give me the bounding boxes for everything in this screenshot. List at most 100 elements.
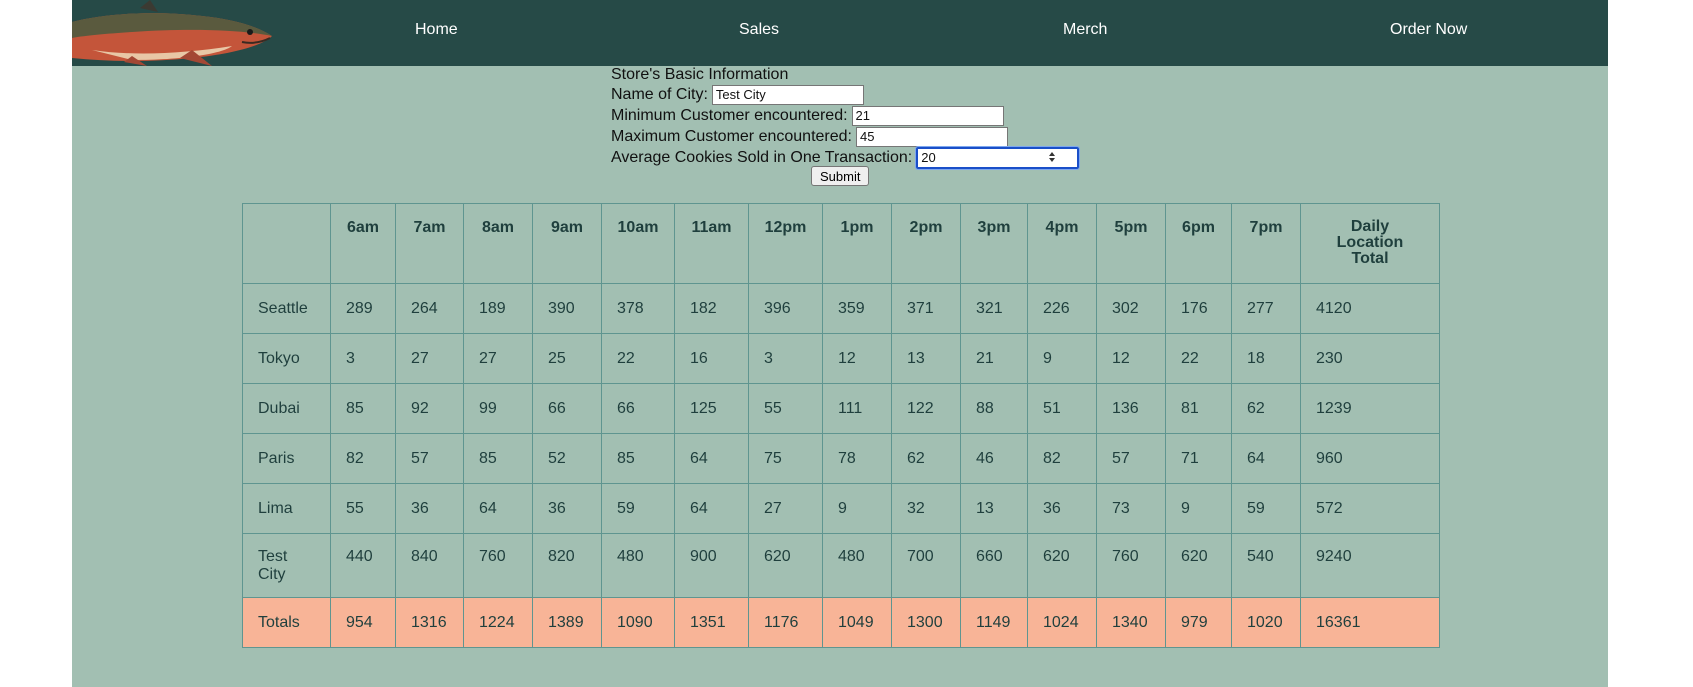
totals-cell: 1176 xyxy=(748,597,823,648)
table-cell: 396 xyxy=(748,283,823,334)
row-city-cell: Seattle xyxy=(242,283,331,334)
table-cell: 25 xyxy=(532,333,602,384)
table-cell: 12 xyxy=(1096,333,1166,384)
table-cell: 189 xyxy=(463,283,533,334)
store-form: Store's Basic Information Name of City: … xyxy=(611,65,1081,170)
table-cell: 359 xyxy=(822,283,892,334)
max-customer-input[interactable] xyxy=(855,126,1008,147)
totals-cell: 979 xyxy=(1165,597,1232,648)
city-row: Name of City: xyxy=(611,84,1079,105)
table-cell: 302 xyxy=(1096,283,1166,334)
table-cell: 125 xyxy=(674,383,749,434)
table-cell: 9 xyxy=(822,483,892,534)
table-cell: 176 xyxy=(1165,283,1232,334)
submit-button[interactable]: Submit xyxy=(811,166,870,186)
table-cell: 3 xyxy=(748,333,823,384)
table-body: Seattle 289 264 189 390 378 182 396 359 371 321 226… xyxy=(242,283,1440,648)
table-row: Seattle 289 264 189 390 378 182 396 359 371 321 226… xyxy=(242,283,1440,334)
table-cell: 88 xyxy=(960,383,1028,434)
table-cell: 36 xyxy=(395,483,464,534)
form-heading: Store's Basic Information xyxy=(611,66,789,83)
totals-cell: 1340 xyxy=(1096,597,1166,648)
table-cell: 81 xyxy=(1165,383,1232,434)
table-cell: 82 xyxy=(330,433,396,484)
table-cell: 62 xyxy=(1231,383,1301,434)
table-cell: 390 xyxy=(532,283,602,334)
table-cell: 66 xyxy=(532,383,602,434)
table-cell: 572 xyxy=(1300,483,1440,534)
table-cell: 16 xyxy=(674,333,749,384)
table-cell: 289 xyxy=(330,283,396,334)
table-cell: 64 xyxy=(463,483,533,534)
row-city-cell: Test City xyxy=(242,533,331,598)
table-cell: 182 xyxy=(674,283,749,334)
table-cell: 321 xyxy=(960,283,1028,334)
table-cell: 4120 xyxy=(1300,283,1440,334)
header-cell: 12pm xyxy=(748,203,823,284)
table-cell: 620 xyxy=(748,533,823,598)
table-cell: 1239 xyxy=(1300,383,1440,434)
min-customer-input[interactable] xyxy=(851,105,1004,126)
table-cell: 620 xyxy=(1027,533,1097,598)
table-cell: 9 xyxy=(1027,333,1097,384)
table-cell: 760 xyxy=(1096,533,1166,598)
nav-order-now-link[interactable]: Order Now xyxy=(1390,21,1467,39)
spinner-arrows-icon[interactable] xyxy=(1047,149,1057,165)
table-cell: 36 xyxy=(532,483,602,534)
table-cell: 27 xyxy=(463,333,533,384)
table-cell: 12 xyxy=(822,333,892,384)
max-customer-label: Maximum Customer encountered: xyxy=(611,128,852,145)
header-cell xyxy=(242,203,331,284)
table-cell: 277 xyxy=(1231,283,1301,334)
table-cell: 64 xyxy=(1231,433,1301,484)
table-cell: 78 xyxy=(822,433,892,484)
table-cell: 55 xyxy=(330,483,396,534)
table-cell: 27 xyxy=(748,483,823,534)
table-cell: 620 xyxy=(1165,533,1232,598)
totals-cell: 1300 xyxy=(891,597,961,648)
header-cell: 7am xyxy=(395,203,464,284)
table-cell: 52 xyxy=(532,433,602,484)
header-cell: 8am xyxy=(463,203,533,284)
header-cell: 1pm xyxy=(822,203,892,284)
header-cell-daily-total: Daily Location Total xyxy=(1300,203,1440,284)
table-cell: 21 xyxy=(960,333,1028,384)
table-cell: 9240 xyxy=(1300,533,1440,598)
table-cell: 9 xyxy=(1165,483,1232,534)
sales-table: 6am 7am 8am 9am 10am 11am 12pm 1pm 2pm 3… xyxy=(242,203,1440,648)
table-row: Lima 55 36 64 36 59 64 27 9 32 13 36 73 9 59 572 xyxy=(242,483,1440,534)
table-cell: 64 xyxy=(674,433,749,484)
header-cell: 10am xyxy=(601,203,675,284)
row-city-cell: Dubai xyxy=(242,383,331,434)
table-cell: 59 xyxy=(601,483,675,534)
city-label: Name of City: xyxy=(611,86,708,103)
table-cell: 900 xyxy=(674,533,749,598)
nav-merch-link[interactable]: Merch xyxy=(1063,21,1107,39)
avg-cookies-label: Average Cookies Sold in One Transaction: xyxy=(611,149,913,166)
table-cell: 85 xyxy=(463,433,533,484)
header-cell: 6pm xyxy=(1165,203,1232,284)
table-cell: 371 xyxy=(891,283,961,334)
table-cell: 440 xyxy=(330,533,396,598)
table-row: Paris 82 57 85 52 85 64 75 78 62 46 82 57 71 64 960 xyxy=(242,433,1440,484)
table-cell: 36 xyxy=(1027,483,1097,534)
totals-cell: 16361 xyxy=(1300,597,1440,648)
table-cell: 73 xyxy=(1096,483,1166,534)
table-cell: 660 xyxy=(960,533,1028,598)
table-cell: 230 xyxy=(1300,333,1440,384)
nav-sales-link[interactable]: Sales xyxy=(739,21,779,39)
table-cell: 960 xyxy=(1300,433,1440,484)
nav-home-link[interactable]: Home xyxy=(415,21,458,39)
city-input[interactable] xyxy=(711,84,864,105)
row-city-cell: Tokyo xyxy=(242,333,331,384)
salmon-icon xyxy=(72,0,272,66)
header-cell: 6am xyxy=(330,203,396,284)
header-cell: 3pm xyxy=(960,203,1028,284)
row-city-cell: Lima xyxy=(242,483,331,534)
table-cell: 18 xyxy=(1231,333,1301,384)
table-cell: 99 xyxy=(463,383,533,434)
totals-cell: 1020 xyxy=(1231,597,1301,648)
table-cell: 700 xyxy=(891,533,961,598)
table-cell: 480 xyxy=(822,533,892,598)
table-cell: 75 xyxy=(748,433,823,484)
